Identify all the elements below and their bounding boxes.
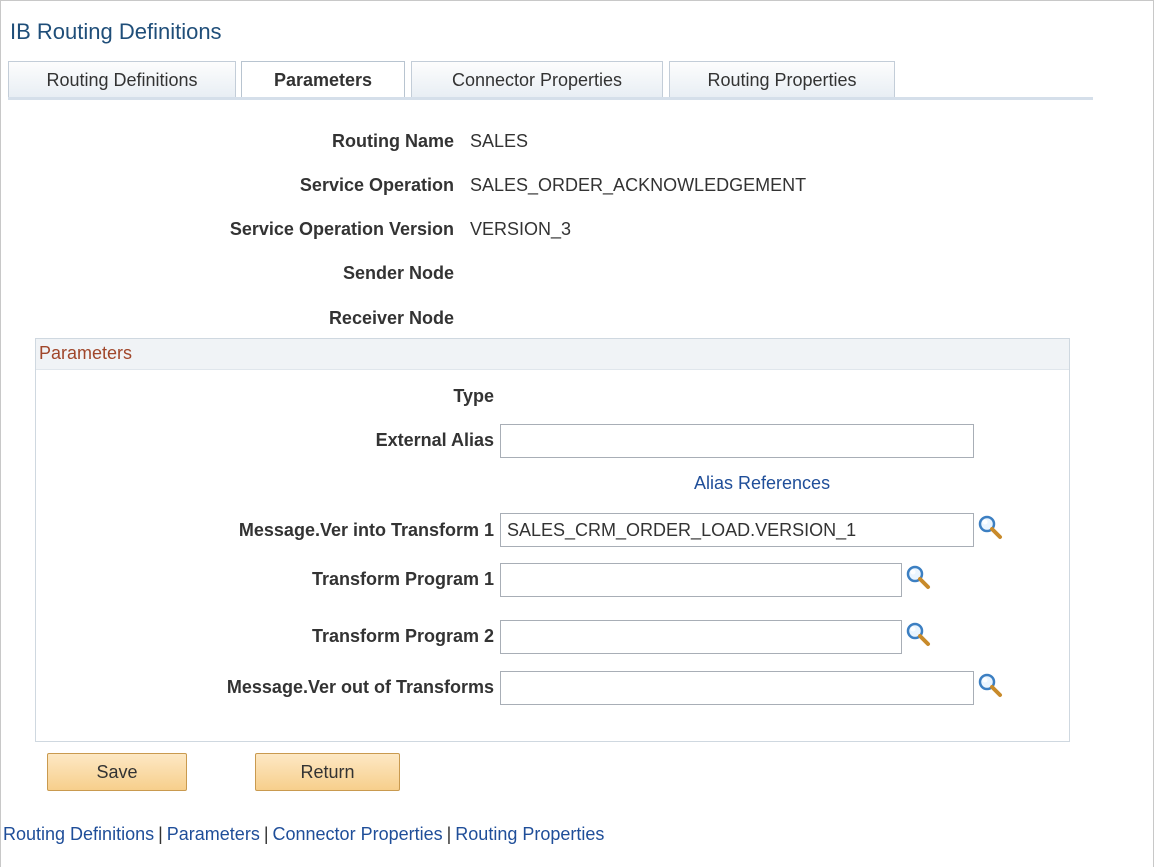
tab-underline — [8, 97, 1093, 100]
tab-parameters[interactable]: Parameters — [241, 61, 405, 99]
footer-separator: | — [158, 824, 163, 844]
footer-tab-links: Routing Definitions | Parameters | Connector… — [3, 824, 604, 845]
magnifying-glass-icon[interactable] — [905, 621, 931, 647]
type-label: Type — [453, 386, 494, 406]
service-operation-label: Service Operation — [299, 175, 454, 195]
footer-link-routing-properties[interactable]: Routing Properties — [455, 824, 604, 844]
transform-program-2-input[interactable] — [500, 620, 902, 654]
routing-name-label: Routing Name — [331, 131, 454, 151]
tab-routing-definitions[interactable]: Routing Definitions — [8, 61, 236, 97]
parameters-group-title: Parameters — [39, 343, 133, 363]
footer-link-parameters[interactable]: Parameters — [167, 824, 260, 844]
footer-link-routing-definitions[interactable]: Routing Definitions — [3, 824, 154, 844]
return-button[interactable]: Return — [255, 753, 400, 791]
window-top-border — [0, 0, 1154, 1]
message-ver-into-transform-input[interactable]: SALES_CRM_ORDER_LOAD.VERSION_1 — [500, 513, 974, 547]
sender-node-label: Sender Node — [342, 263, 454, 283]
routing-name-value: SALES — [470, 131, 529, 151]
save-button[interactable]: Save — [47, 753, 187, 791]
alias-references-link[interactable]: Alias References — [694, 473, 830, 494]
service-operation-value: SALES_ORDER_ACKNOWLEDGEMENT — [470, 175, 807, 195]
footer-link-connector-properties[interactable]: Connector Properties — [273, 824, 443, 844]
external-alias-input[interactable] — [500, 424, 974, 458]
page-title: IB Routing Definitions — [10, 19, 222, 44]
window-left-border — [0, 0, 1, 867]
magnifying-glass-icon[interactable] — [905, 564, 931, 590]
tab-routing-properties[interactable]: Routing Properties — [669, 61, 895, 97]
message-ver-into-transform-label: Message.Ver into Transform 1 — [238, 520, 494, 540]
tab-connector-properties[interactable]: Connector Properties — [411, 61, 663, 97]
message-ver-out-of-transforms-input[interactable] — [500, 671, 974, 705]
service-operation-version-label: Service Operation Version — [229, 219, 454, 239]
message-ver-out-of-transforms-label: Message.Ver out of Transforms — [226, 677, 494, 697]
footer-separator: | — [446, 824, 452, 844]
transform-program-1-input[interactable] — [500, 563, 902, 597]
magnifying-glass-icon[interactable] — [977, 514, 1003, 540]
receiver-node-label: Receiver Node — [328, 308, 454, 328]
service-operation-version-value: VERSION_3 — [470, 219, 572, 239]
transform-program-1-label: Transform Program 1 — [311, 569, 494, 589]
footer-separator: | — [263, 824, 269, 844]
magnifying-glass-icon[interactable] — [977, 672, 1003, 698]
parameters-group-header: Parameters — [36, 339, 1069, 370]
transform-program-2-label: Transform Program 2 — [311, 626, 494, 646]
external-alias-label: External Alias — [375, 430, 494, 450]
